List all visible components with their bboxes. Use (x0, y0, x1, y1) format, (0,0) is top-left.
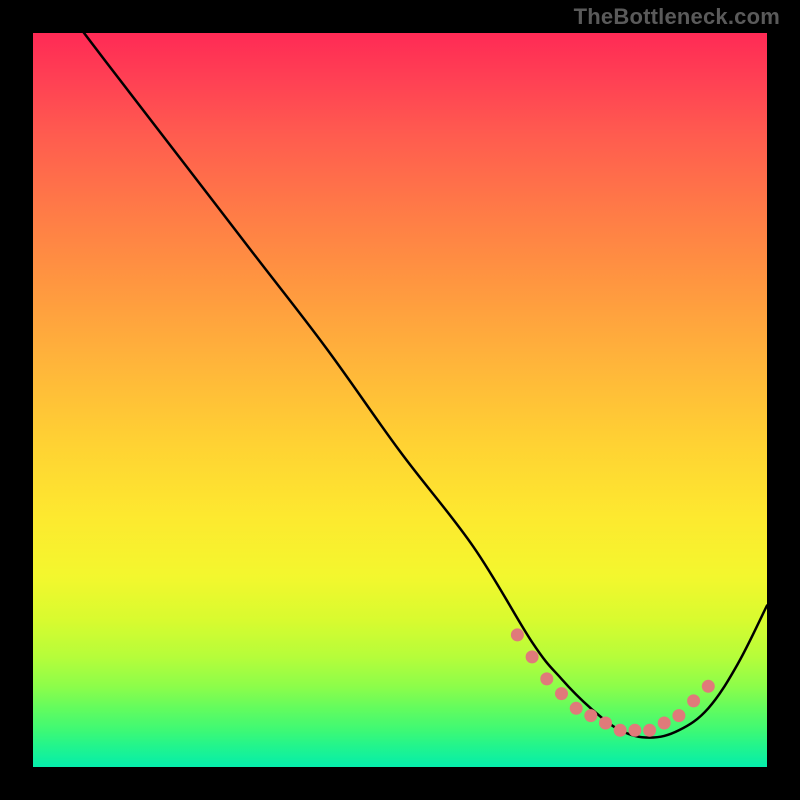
marker-dot (628, 724, 641, 737)
chart-svg (33, 33, 767, 767)
marker-dot (702, 680, 715, 693)
marker-dot (658, 717, 671, 730)
marker-dot (584, 709, 597, 722)
curve-line (33, 0, 767, 738)
marker-dot (555, 687, 568, 700)
series-curve (33, 0, 767, 738)
watermark-text: TheBottleneck.com (574, 4, 780, 30)
marker-dot (614, 724, 627, 737)
plot-area (33, 33, 767, 767)
marker-dot (540, 672, 553, 685)
marker-dot (511, 628, 524, 641)
marker-dot (643, 724, 656, 737)
highlight-markers (511, 628, 715, 736)
marker-dot (687, 694, 700, 707)
chart-container: TheBottleneck.com (0, 0, 800, 800)
marker-dot (526, 650, 539, 663)
marker-dot (672, 709, 685, 722)
marker-dot (570, 702, 583, 715)
marker-dot (599, 717, 612, 730)
